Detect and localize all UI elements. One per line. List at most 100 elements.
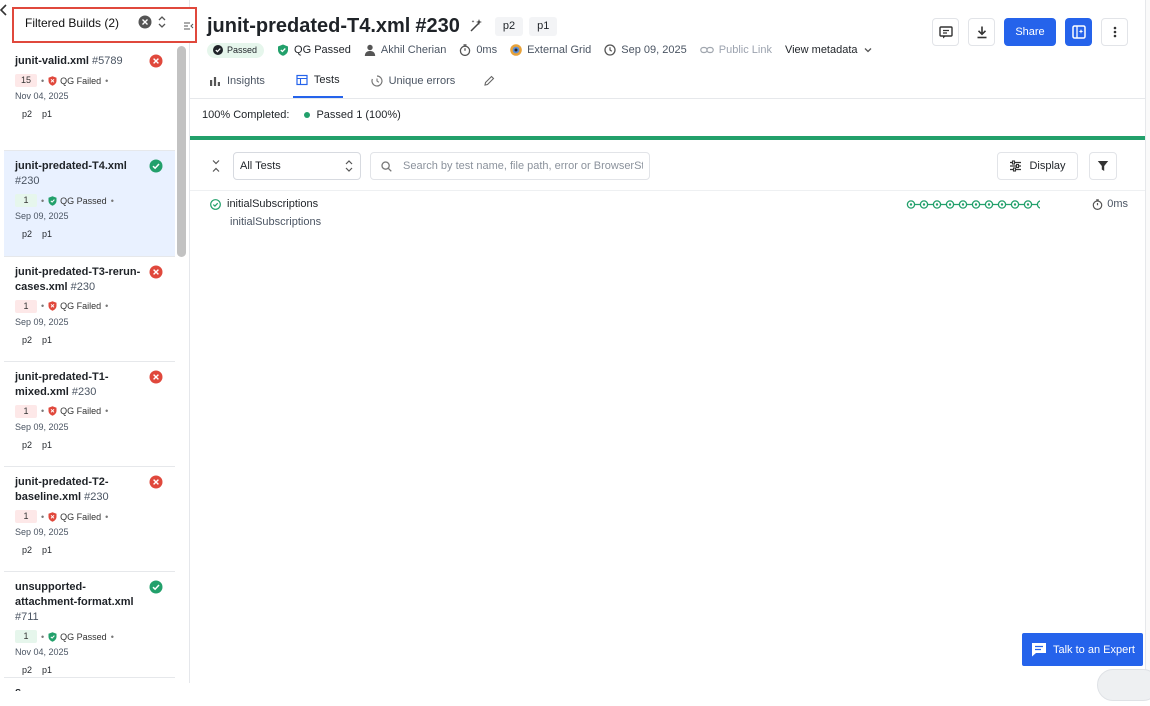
test-name[interactable]: initialSubscriptions [227,198,318,210]
tag-chip[interactable]: p2 [495,17,523,36]
separator-dot: • [105,301,108,311]
comment-button[interactable] [932,18,959,46]
download-button[interactable] [968,18,995,46]
history-dot-center [949,203,951,205]
build-date: Nov 04, 2025 [15,91,175,101]
history-dot-center [910,203,912,205]
build-card[interactable]: junit-predated-T2-baseline.xml #2301•QG … [4,467,175,572]
sort-icon [345,159,353,173]
build-card[interactable]: unsupported-attachment-format.xml #7111•… [4,572,175,677]
build-tag[interactable]: p1 [42,229,52,239]
build-filter-select[interactable]: Filtered Builds (2) [12,7,197,43]
build-tag[interactable]: p2 [22,440,32,450]
copilot-button[interactable] [1065,18,1092,46]
passed-dot [304,112,310,118]
build-tag[interactable]: p1 [42,440,52,450]
clock-icon [371,75,383,87]
shield-x-icon [48,512,57,522]
build-card[interactable]: junit-valid.xml #578915•QG Failed•Nov 04… [4,46,175,151]
separator-dot: • [41,632,44,642]
build-tag[interactable]: p1 [42,665,52,675]
quality-gate-status: QG Failed [48,76,101,86]
clock-icon [604,44,616,56]
search-input[interactable] [401,159,645,173]
edit-icon[interactable] [483,75,495,87]
sidebar-scrollbar[interactable] [177,46,186,257]
view-metadata-label: View metadata [785,44,858,56]
shield-x-icon [48,301,57,311]
test-count-badge: 1 [15,405,37,418]
tag-chip[interactable]: p1 [529,17,557,36]
history-dot-center [1014,203,1016,205]
title-row: junit-predated-T4.xml #230 p2 p1 [207,13,557,39]
history-dot-center [988,203,990,205]
build-card[interactable]: junit-predated-T4.xml #2301•QG Passed•Se… [4,151,175,256]
build-card[interactable]: junit-predated-T3-rerun-cases.xml #2301•… [4,257,175,362]
ai-sparkle-icon[interactable] [468,18,484,34]
test-count-badge: 1 [15,510,37,523]
build-number: #230 [72,386,96,398]
build-tag[interactable]: p2 [22,545,32,555]
build-date: Sep 09, 2025 [15,527,175,537]
collapse-all-icon[interactable] [211,159,221,173]
build-tag[interactable]: p2 [22,665,32,675]
timer-icon [1092,199,1103,210]
filter-button[interactable] [1089,152,1117,180]
pass-check-icon [210,199,221,210]
history-dot-center [1027,203,1029,205]
talk-to-expert-button[interactable]: Talk to an Expert [1022,633,1143,666]
build-date: Sep 09, 2025 [15,211,175,221]
build-name: unsupported-attachment-format.xml [15,581,134,608]
build-number: #230 [71,281,95,293]
history-dot-center [962,203,964,205]
chat-icon [1031,642,1047,657]
test-search[interactable] [370,152,650,180]
test-row[interactable]: initialSubscriptions initialSubscription… [190,192,1146,234]
link-icon [700,44,714,56]
build-tag[interactable]: p2 [22,229,32,239]
build-card[interactable]: s [4,678,175,706]
failed-status-icon [149,475,163,489]
quality-gate-status: QG Passed [48,196,107,206]
build-tag[interactable]: p2 [22,109,32,119]
display-label: Display [1029,160,1065,172]
build-card[interactable]: junit-predated-T1-mixed.xml #2301•QG Fai… [4,362,175,467]
build-title: unsupported-attachment-format.xml #711 [15,580,141,625]
build-name: junit-valid.xml [15,55,89,67]
tab-insights[interactable]: Insights [207,63,267,98]
shield-check-icon [48,196,57,206]
view-metadata-dropdown[interactable]: View metadata [785,44,873,56]
chat-widget[interactable] [1097,669,1150,701]
collapse-sidebar-icon[interactable] [184,22,194,30]
quality-gate-label: QG Failed [60,76,101,86]
separator-dot: • [41,406,44,416]
history-dot[interactable] [1037,201,1040,208]
test-filter-select[interactable]: All Tests [233,152,361,180]
run-history[interactable] [906,199,1040,210]
clear-icon[interactable] [138,15,152,29]
tab-tests[interactable]: Tests [293,63,343,98]
test-duration: 0ms [1092,198,1128,210]
build-tag[interactable]: p1 [42,545,52,555]
public-link[interactable]: Public Link [700,44,772,56]
build-tags: p2 p1 [22,440,175,450]
build-tag[interactable]: p2 [22,335,32,345]
sort-icon[interactable] [157,14,167,30]
test-filter-value: All Tests [240,160,281,172]
build-tag[interactable]: p1 [42,335,52,345]
more-options-button[interactable] [1101,18,1128,46]
share-button[interactable]: Share [1004,18,1056,46]
status-label: Passed [227,45,257,55]
public-link-label: Public Link [719,44,772,56]
build-tag[interactable]: p1 [42,109,52,119]
separator-dot: • [111,196,114,206]
shield-check-icon [277,44,289,56]
build-title: junit-predated-T1-mixed.xml #230 [15,370,141,400]
check-circle-icon [213,45,223,55]
build-date: Sep 09, 2025 [15,422,175,432]
quality-gate[interactable]: QG Passed [277,44,351,56]
tab-unique-errors[interactable]: Unique errors [369,63,458,98]
display-button[interactable]: Display [997,152,1078,180]
quality-gate-status: QG Passed [48,632,107,642]
build-date: Sep 09, 2025 [621,44,686,56]
